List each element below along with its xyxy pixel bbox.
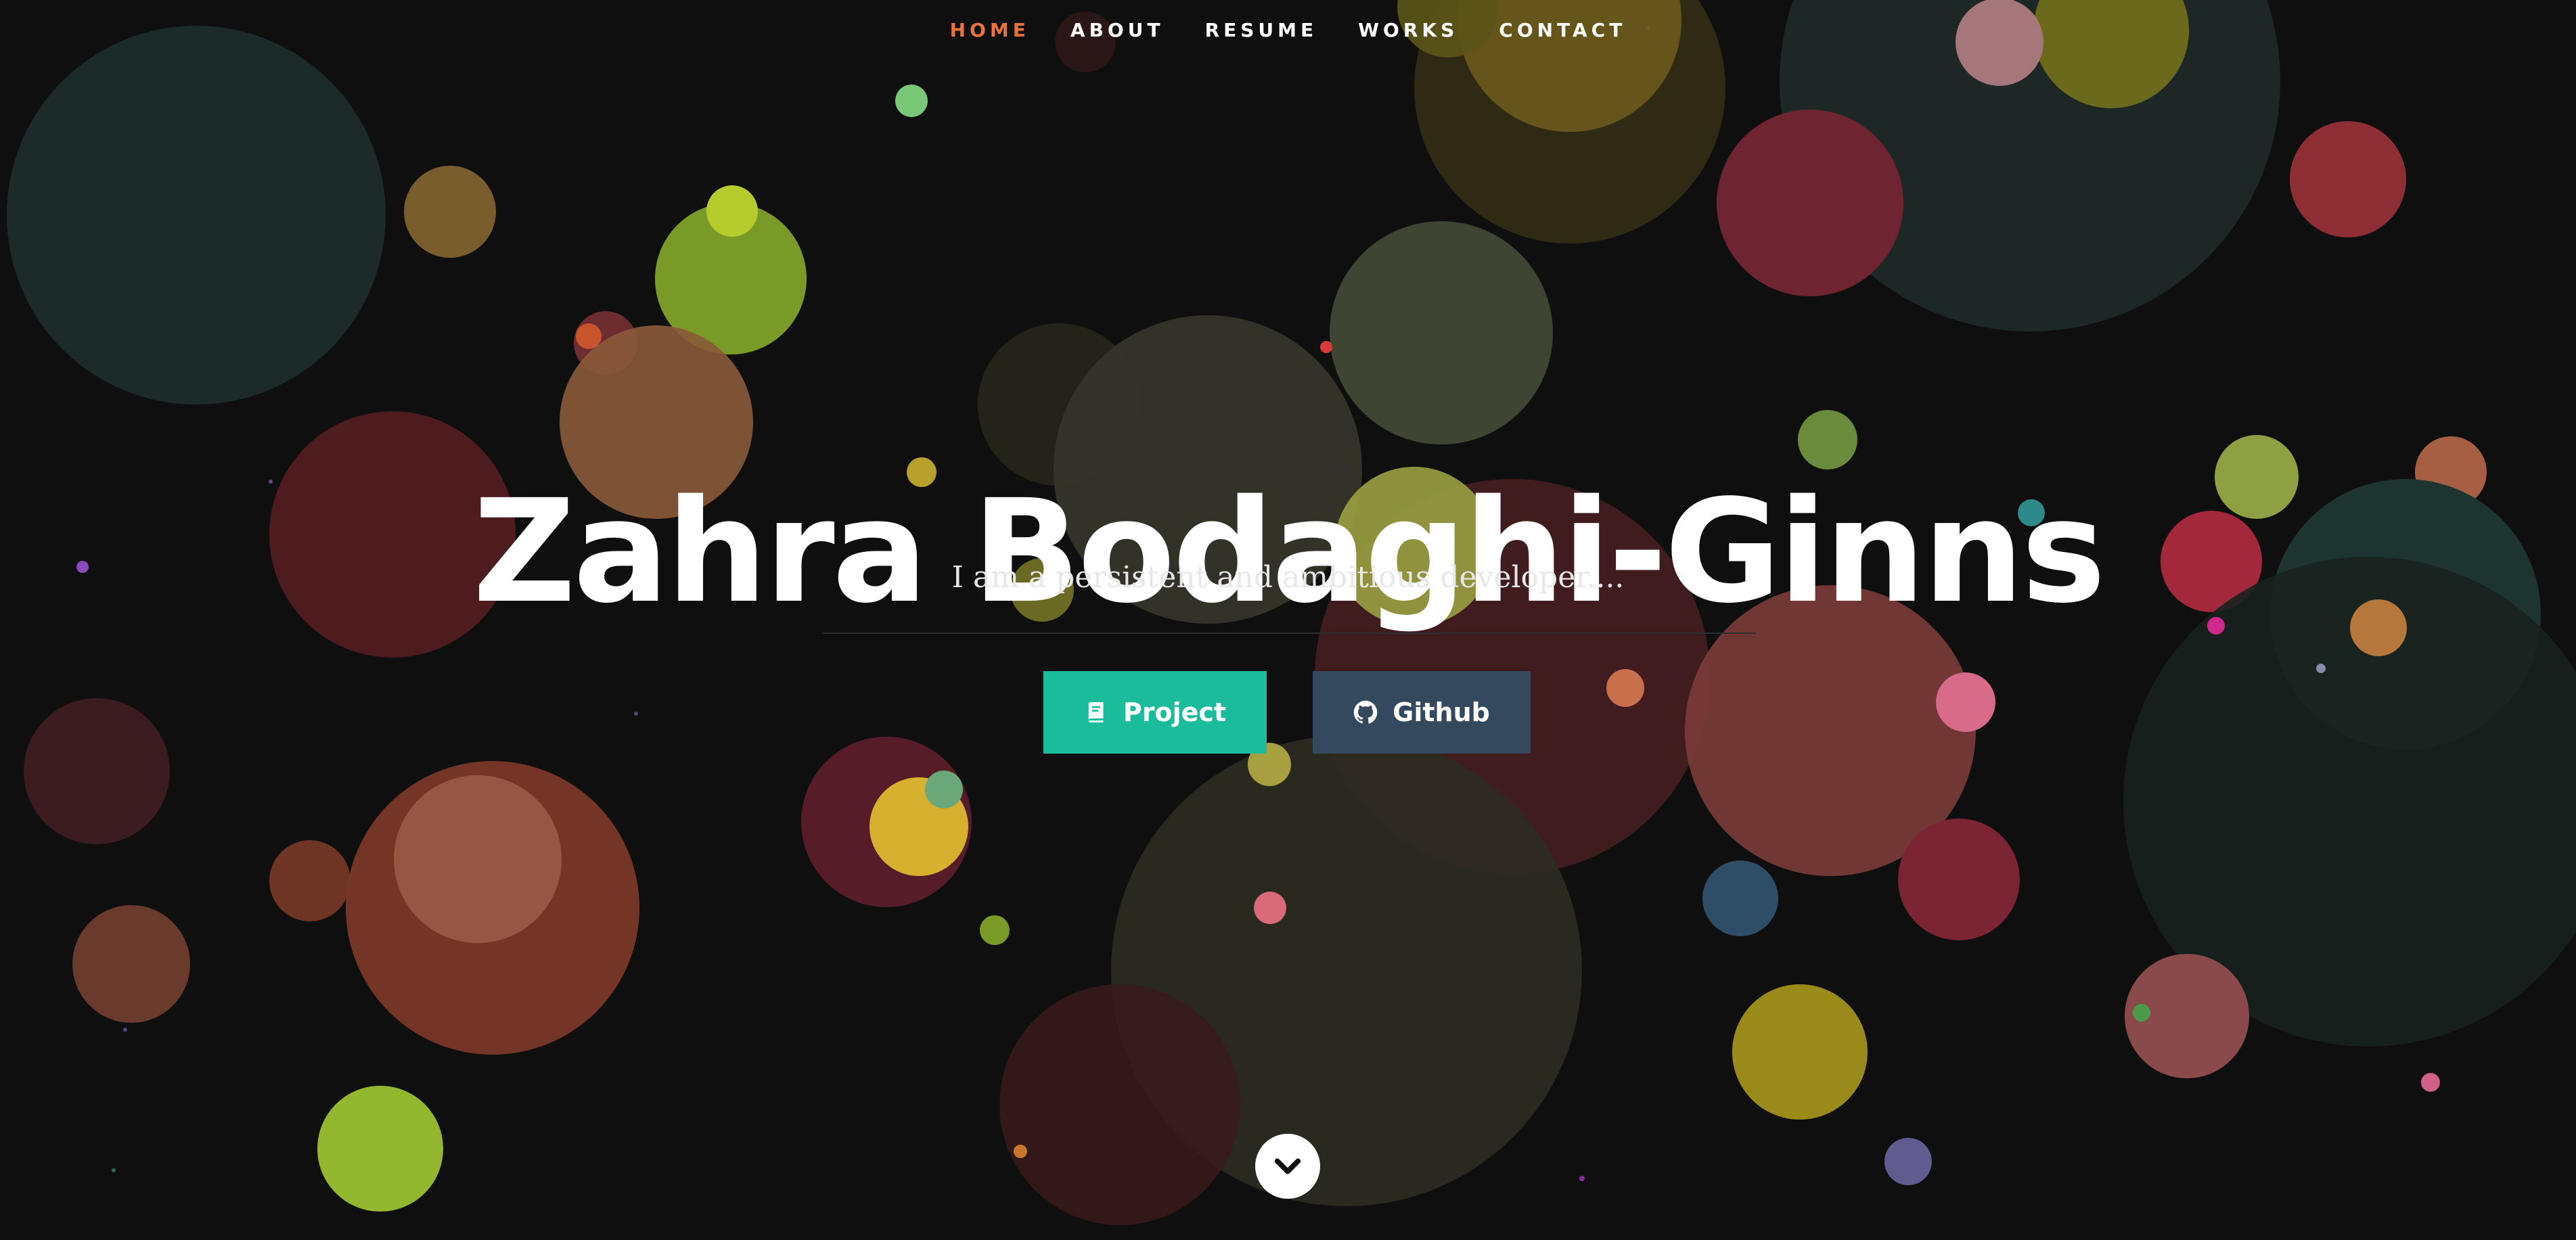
bubble xyxy=(2290,121,2406,237)
bubble xyxy=(1320,341,1332,353)
bubble xyxy=(24,698,170,844)
bubble xyxy=(1606,669,1644,707)
bubble xyxy=(317,1086,443,1212)
main-nav: HOME ABOUT RESUME WORKS CONTACT xyxy=(0,19,2576,41)
bubble xyxy=(404,166,496,258)
bubble xyxy=(1936,672,1995,732)
nav-contact[interactable]: CONTACT xyxy=(1499,19,1626,41)
bubble xyxy=(269,840,351,921)
bubble xyxy=(72,905,190,1023)
bubble xyxy=(706,185,758,237)
project-button-label: Project xyxy=(1123,697,1227,727)
bubble xyxy=(394,775,562,943)
hero-divider xyxy=(822,633,1756,634)
hero-tagline: I am a persistent and ambitious develope… xyxy=(951,560,1625,595)
bubble xyxy=(1330,221,1553,444)
bubble xyxy=(999,984,1240,1225)
bubble xyxy=(7,26,386,405)
bubble xyxy=(1956,0,2043,86)
bubble xyxy=(2421,1073,2440,1092)
github-button[interactable]: Github xyxy=(1313,671,1531,754)
scroll-down-button[interactable] xyxy=(1255,1134,1320,1199)
bubble xyxy=(123,1028,127,1032)
bubble xyxy=(925,771,963,808)
bubble xyxy=(1798,410,1857,469)
hero-section: HOME ABOUT RESUME WORKS CONTACT Zahra Bo… xyxy=(0,0,2576,1240)
nav-works[interactable]: WORKS xyxy=(1358,19,1458,41)
bubble xyxy=(895,85,928,117)
bubble xyxy=(2133,1004,2150,1021)
project-button[interactable]: Project xyxy=(1043,671,1267,754)
nav-about[interactable]: ABOUT xyxy=(1070,19,1165,41)
bubble xyxy=(1254,892,1286,924)
bubble xyxy=(112,1168,116,1172)
bubble xyxy=(1898,819,2020,940)
hero-title: Zahra Bodaghi-Ginns xyxy=(472,468,2106,635)
github-icon xyxy=(1353,700,1378,724)
bubble xyxy=(980,915,1010,945)
bubble xyxy=(1717,110,1903,296)
chevron-down-icon xyxy=(1274,1158,1301,1174)
github-button-label: Github xyxy=(1393,697,1490,727)
bubble xyxy=(2316,664,2326,673)
bubble xyxy=(1579,1176,1585,1181)
bubble xyxy=(1884,1138,1932,1185)
bubble xyxy=(634,712,638,716)
book-icon xyxy=(1088,702,1104,722)
bubble xyxy=(1014,1145,1027,1158)
nav-resume[interactable]: RESUME xyxy=(1205,19,1318,41)
nav-home[interactable]: HOME xyxy=(950,19,1030,41)
bubble xyxy=(1732,984,1868,1120)
bubble xyxy=(1702,860,1778,936)
